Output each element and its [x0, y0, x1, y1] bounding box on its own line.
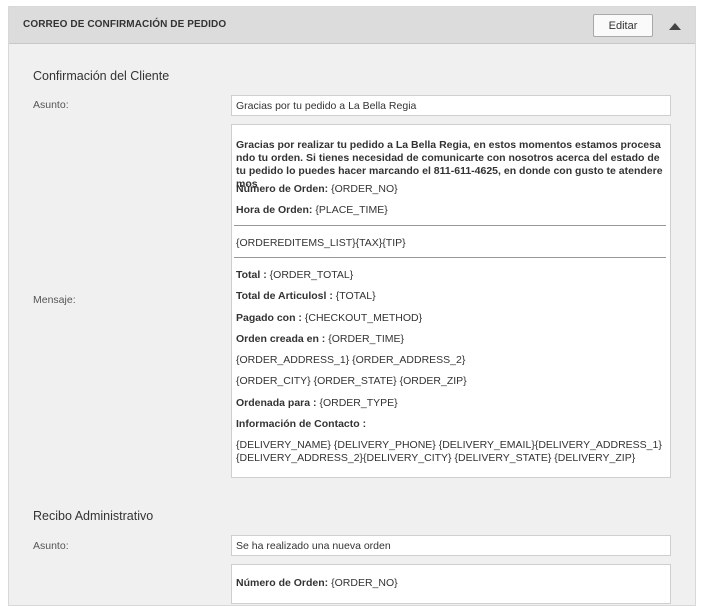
admin-order-number-value: {ORDER_NO}: [331, 577, 398, 589]
admin-order-number-label: Número de Orden:: [236, 577, 329, 589]
message-order-number: Número de Orden: {ORDER_NO}: [236, 183, 398, 196]
total-value: {ORDER_TOTAL}: [269, 269, 354, 281]
message-city-line: {ORDER_CITY} {ORDER_STATE} {ORDER_ZIP}: [236, 375, 467, 387]
ordered-for-value: {ORDER_TYPE}: [319, 397, 398, 409]
order-number-label: Número de Orden:: [236, 183, 329, 195]
message-divider-bottom: [234, 257, 666, 258]
total-label: Total :: [236, 269, 267, 281]
admin-message-editor[interactable]: Número de Orden: {ORDER_NO}: [231, 564, 671, 604]
edit-button[interactable]: Editar: [593, 14, 653, 37]
articles-total-label: Total de Articulosl :: [236, 290, 333, 302]
ordered-for-label: Ordenada para :: [236, 397, 317, 409]
order-time-value: {PLACE_TIME}: [315, 204, 388, 216]
message-divider-top: [234, 225, 666, 226]
customer-message-editor[interactable]: Gracias por realizar tu pedido a La Bell…: [231, 124, 671, 478]
customer-subject-input[interactable]: [231, 95, 671, 116]
articles-total-value: {TOTAL}: [335, 290, 376, 302]
order-confirmation-email-panel: CORREO DE CONFIRMACIÓN DE PEDIDO Editar …: [8, 6, 696, 606]
message-contact-value: {DELIVERY_NAME} {DELIVERY_PHONE} {DELIVE…: [236, 439, 662, 464]
message-ordered-for: Ordenada para : {ORDER_TYPE}: [236, 397, 398, 410]
created-at-value: {ORDER_TIME}: [328, 333, 405, 345]
admin-message-order-number: Número de Orden: {ORDER_NO}: [236, 577, 398, 590]
admin-receipt-title: Recibo Administrativo: [33, 509, 154, 523]
message-articles-total: Total de Articulosl : {TOTAL}: [236, 290, 376, 303]
order-time-label: Hora de Orden:: [236, 204, 313, 216]
collapse-arrow-icon[interactable]: [669, 23, 681, 30]
panel-header: CORREO DE CONFIRMACIÓN DE PEDIDO Editar: [9, 7, 695, 44]
message-paid-with: Pagado con : {CHECKOUT_METHOD}: [236, 312, 422, 325]
message-total: Total : {ORDER_TOTAL}: [236, 269, 353, 282]
created-at-label: Orden creada en :: [236, 333, 326, 345]
order-number-value: {ORDER_NO}: [331, 183, 398, 195]
message-created-at: Orden creada en : {ORDER_TIME}: [236, 333, 404, 346]
contact-info-label: Información de Contacto :: [236, 418, 367, 430]
admin-subject-label: Asunto:: [33, 540, 69, 552]
admin-subject-input[interactable]: [231, 535, 671, 556]
message-address-line: {ORDER_ADDRESS_1} {ORDER_ADDRESS_2}: [236, 354, 466, 366]
paid-with-value: {CHECKOUT_METHOD}: [304, 312, 423, 324]
message-contact-label: Información de Contacto :: [236, 418, 366, 431]
paid-with-label: Pagado con :: [236, 312, 302, 324]
panel-title: CORREO DE CONFIRMACIÓN DE PEDIDO: [23, 19, 227, 30]
message-order-time: Hora de Orden: {PLACE_TIME}: [236, 204, 388, 217]
customer-subject-label: Asunto:: [33, 99, 69, 111]
customer-confirmation-title: Confirmación del Cliente: [33, 69, 170, 83]
customer-message-label: Mensaje:: [33, 294, 76, 306]
message-items-line: {ORDEREDITEMS_LIST}{TAX}{TIP}: [236, 237, 406, 249]
